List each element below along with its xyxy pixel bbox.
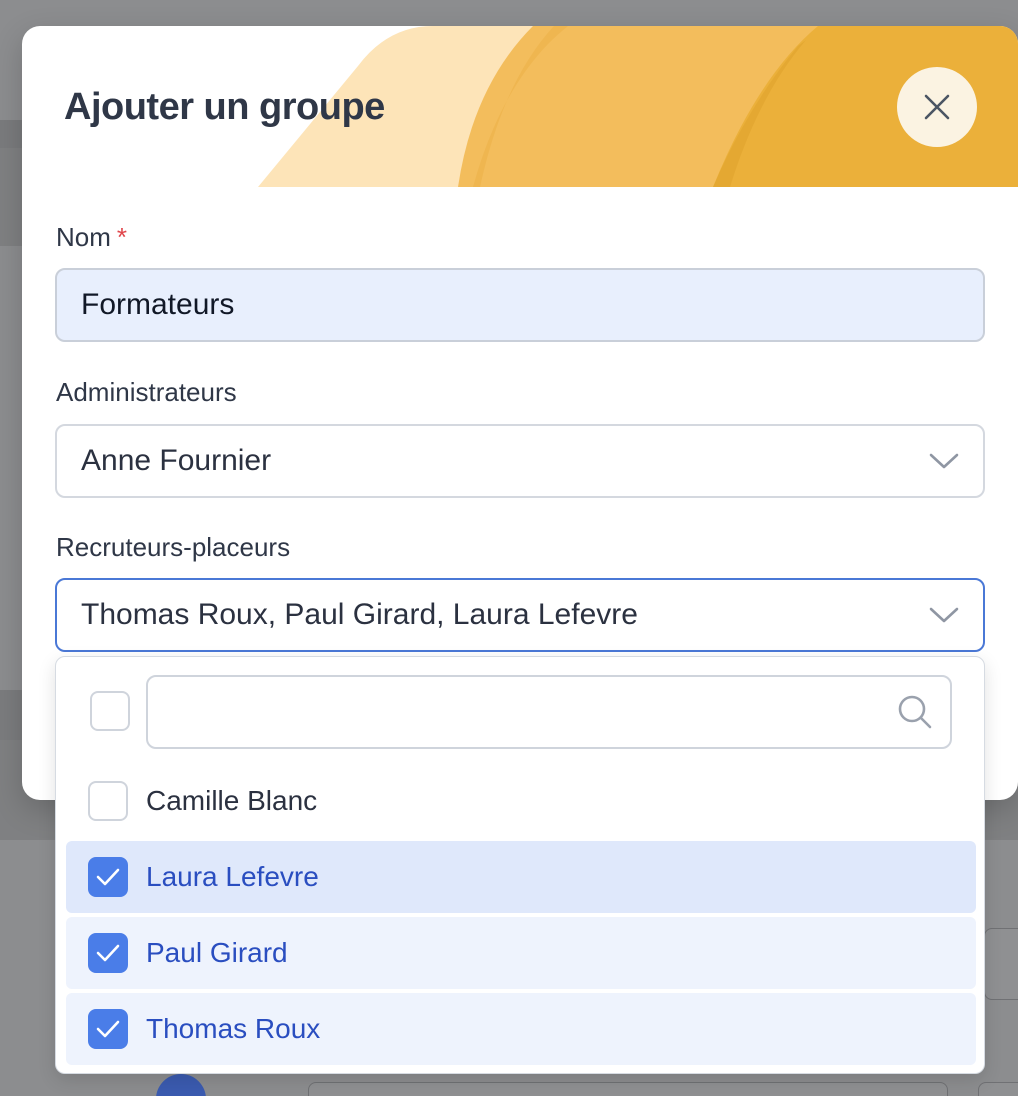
dropdown-toolbar (90, 675, 952, 749)
name-label: Nom * (56, 222, 128, 252)
option-checkbox[interactable] (88, 1009, 128, 1049)
name-input[interactable] (55, 268, 985, 342)
option-checkbox[interactable] (88, 781, 128, 821)
option-checkbox[interactable] (88, 857, 128, 897)
administrators-label: Administrateurs (56, 377, 237, 407)
recruiters-label: Recruteurs-placeurs (56, 532, 291, 562)
option-label: Paul Girard (146, 937, 288, 968)
close-button[interactable] (897, 67, 977, 147)
check-icon (96, 944, 120, 962)
administrators-select[interactable]: Anne Fournier (55, 424, 985, 498)
option-label: Camille Blanc (146, 785, 318, 816)
required-indicator: * (116, 222, 128, 252)
close-icon (924, 94, 950, 120)
dropdown-search-input[interactable] (146, 675, 952, 749)
recruiters-dropdown: Camille Blanc Laura Lefevre Paul Girard … (55, 656, 985, 1074)
dropdown-option-laura-lefevre[interactable]: Laura Lefevre (66, 841, 976, 913)
dropdown-option-thomas-roux[interactable]: Thomas Roux (66, 993, 976, 1065)
chevron-down-icon (929, 607, 959, 623)
modal-header: Ajouter un groupe (22, 26, 1018, 187)
dropdown-option-camille-blanc[interactable]: Camille Blanc (66, 765, 976, 837)
dropdown-option-paul-girard[interactable]: Paul Girard (66, 917, 976, 989)
administrators-value: Anne Fournier (81, 444, 272, 477)
search-icon (898, 695, 932, 729)
avatar (156, 1074, 206, 1096)
option-label: Laura Lefevre (146, 861, 319, 892)
check-icon (96, 868, 120, 886)
check-icon (96, 1020, 120, 1038)
chevron-down-icon (929, 453, 959, 469)
modal-title: Ajouter un groupe (64, 86, 385, 128)
recruiters-select[interactable]: Thomas Roux, Paul Girard, Laura Lefevre (55, 578, 985, 652)
option-checkbox[interactable] (88, 933, 128, 973)
recruiters-value: Thomas Roux, Paul Girard, Laura Lefevre (81, 598, 638, 631)
option-label: Thomas Roux (146, 1013, 321, 1044)
select-all-checkbox[interactable] (90, 691, 130, 731)
